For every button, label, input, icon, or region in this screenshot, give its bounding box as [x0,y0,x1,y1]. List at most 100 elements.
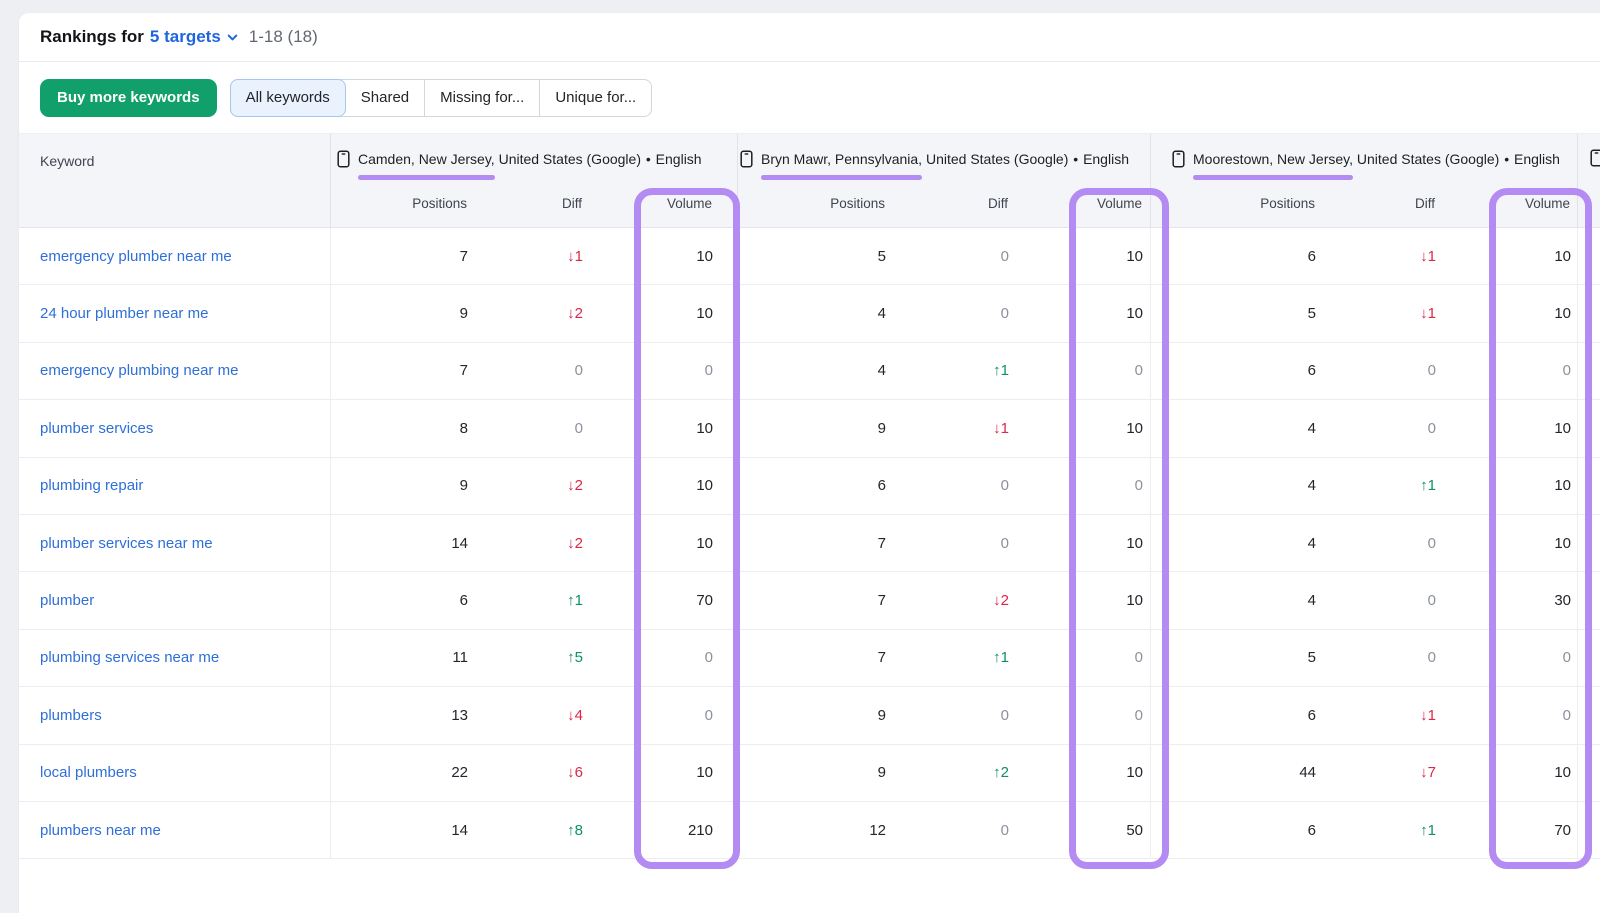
position-value: 44 [1299,764,1316,782]
keywords-filter-tabs: All keywords Shared Missing for... Uniqu… [229,78,653,117]
position-value: 11 [452,649,468,667]
keyword-cell: plumbing services near me [19,630,330,686]
keyword-link[interactable]: plumber [40,592,94,609]
volume-value: 0 [704,362,713,380]
target-2-metric-headers: Positions Diff Volume [737,184,1150,224]
position-value: 7 [459,362,468,380]
table-row: plumbing repair 9 ↓2 10 6 0 0 4 ↑1 10 [19,457,1600,515]
target-1-metrics: 14 ↓2 10 [330,514,737,572]
volume-value: 30 [1554,592,1571,610]
mobile-device-icon [1172,150,1185,168]
volume-value: 10 [1554,764,1571,782]
tab-all-keywords[interactable]: All keywords [229,78,346,117]
diff-value: ↑1 [1420,821,1436,839]
diff-value: 0 [1427,362,1436,380]
position-value: 6 [1307,706,1316,724]
target-2-metrics: 12 0 50 [737,801,1150,859]
page-title: Rankings for [40,27,144,46]
volume-value: 10 [1554,534,1571,552]
volume-value: 0 [1134,649,1143,667]
volume-value: 10 [1126,764,1143,782]
diff-value: ↓6 [567,764,583,782]
position-value: 9 [459,477,468,495]
tab-unique-for[interactable]: Unique for... [539,79,651,116]
row-tail [1577,801,1600,859]
diff-value: 0 [1000,534,1009,552]
position-value: 14 [451,534,468,552]
diff-column-header: Diff [1414,196,1435,212]
targets-dropdown-label: 5 targets [149,27,221,46]
card-title-row: Rankings for 5 targets 1-18 (18) [19,13,1600,61]
volume-value: 70 [1554,821,1571,839]
toolbar: Buy more keywords All keywords Shared Mi… [19,62,1600,133]
target-1-metrics: 14 ↑8 210 [330,801,737,859]
diff-value: 0 [1427,592,1436,610]
positions-column-header: Positions [412,196,467,212]
tab-missing-for[interactable]: Missing for... [424,79,539,116]
diff-value: ↓2 [567,477,583,495]
table-header: Keyword Camden, New Jersey, United State… [19,133,1600,228]
diff-value: ↑8 [567,821,583,839]
position-value: 9 [877,419,886,437]
target-3-metrics: 4 0 30 [1150,572,1577,629]
diff-column-header: Diff [561,196,582,212]
chevron-down-icon [226,31,239,44]
keyword-link[interactable]: plumbers [40,707,102,724]
keyword-cell: plumber services [19,400,330,456]
target-1-metrics: 13 ↓4 0 [330,687,737,744]
keyword-link[interactable]: emergency plumbing near me [40,362,238,379]
volume-value: 50 [1126,821,1143,839]
diff-value: ↓2 [567,534,583,552]
position-value: 4 [877,305,886,323]
row-tail [1577,514,1600,572]
diff-value: 0 [1000,247,1009,265]
target-3-metrics: 4 0 10 [1150,400,1577,457]
keyword-link[interactable]: plumber services near me [40,535,213,552]
position-value: 9 [459,305,468,323]
buy-more-keywords-button[interactable]: Buy more keywords [40,78,217,117]
targets-dropdown[interactable]: 5 targets [150,27,239,47]
target-3-metrics: 44 ↓7 10 [1150,744,1577,801]
target-4-device-icon-partial [1590,149,1600,167]
position-value: 4 [877,362,886,380]
table-row: emergency plumbing near me 7 0 0 4 ↑1 0 6 0 0 [19,342,1600,401]
positions-column-header: Positions [1260,196,1315,212]
diff-value: 0 [574,419,583,437]
rankings-card: Rankings for 5 targets 1-18 (18) Buy mor… [19,13,1600,913]
keyword-link[interactable]: plumbing services near me [40,649,219,666]
volume-value: 0 [1134,706,1143,724]
keyword-link[interactable]: plumbers near me [40,822,161,839]
position-value: 4 [1307,534,1316,552]
target-1-metrics: 22 ↓6 10 [330,744,737,801]
keyword-cell: plumbers [19,687,330,743]
diff-value: ↑1 [567,592,583,610]
position-value: 6 [1307,362,1316,380]
column-separator [1577,134,1578,227]
target-3-language: English [1514,151,1560,167]
diff-value: 0 [1427,534,1436,552]
positions-column-header: Positions [830,196,885,212]
target-3-metrics: 6 0 0 [1150,342,1577,400]
table-row: plumbers 13 ↓4 0 9 0 0 6 ↓1 0 [19,687,1600,745]
volume-value: 10 [1126,247,1143,265]
target-1-location-underlined: Camden, New Jersey, [358,151,495,167]
keyword-cell: 24 hour plumber near me [19,285,330,341]
keyword-link[interactable]: 24 hour plumber near me [40,305,208,322]
keyword-cell: plumbers near me [19,802,330,858]
keyword-link[interactable]: plumber services [40,420,153,437]
diff-value: 0 [1000,821,1009,839]
keyword-link[interactable]: emergency plumber near me [40,248,232,265]
volume-value: 10 [1554,477,1571,495]
bullet-separator: • [1504,151,1510,167]
volume-value: 10 [1554,247,1571,265]
keyword-link[interactable]: plumbing repair [40,477,143,494]
tab-shared[interactable]: Shared [346,80,424,116]
target-3-metrics: 6 ↓1 0 [1150,687,1577,744]
mobile-device-icon [740,150,753,168]
volume-column-header: Volume [1096,196,1142,212]
target-3-metrics: 6 ↑1 70 [1150,801,1577,859]
position-value: 6 [877,477,886,495]
target-3-location-rest: United States (Google) [1356,151,1500,167]
keyword-link[interactable]: local plumbers [40,764,137,781]
table-row: plumbing services near me 11 ↑5 0 7 ↑1 0 5 0 0 [19,629,1600,688]
